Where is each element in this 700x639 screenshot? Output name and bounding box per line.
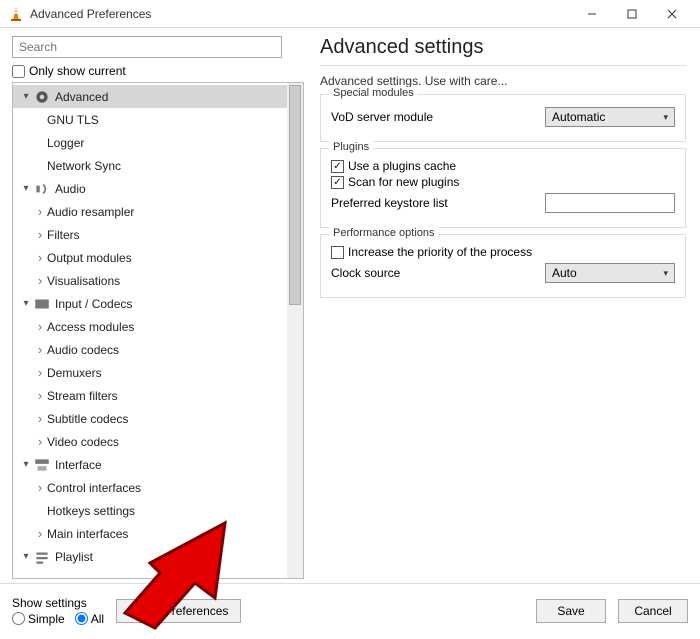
audio-icon: [33, 181, 51, 197]
group-performance: Performance options Increase the priorit…: [320, 234, 686, 298]
save-button[interactable]: Save: [536, 599, 606, 623]
tree-item[interactable]: Audio resampler: [13, 200, 287, 223]
gear-icon: [33, 89, 51, 105]
page-subtext: Advanced settings. Use with care...: [320, 74, 686, 88]
tree-item[interactable]: GNU TLS: [13, 108, 287, 131]
chevron-right-icon[interactable]: [33, 204, 47, 219]
show-settings-all-radio[interactable]: All: [75, 612, 104, 626]
keystore-label: Preferred keystore list: [331, 196, 537, 210]
minimize-button[interactable]: [572, 2, 612, 26]
chevron-down-icon[interactable]: [19, 183, 33, 194]
maximize-button[interactable]: [612, 2, 652, 26]
tree-item-interface[interactable]: Interface: [13, 453, 287, 476]
playlist-icon: [33, 549, 51, 565]
group-plugins: Plugins Use a plugins cache Scan for new…: [320, 148, 686, 228]
tree-item-audio[interactable]: Audio: [13, 177, 287, 200]
tree-item-advanced[interactable]: Advanced: [13, 85, 287, 108]
chevron-right-icon[interactable]: [33, 526, 47, 541]
page-title: Advanced settings: [320, 36, 686, 59]
show-settings-simple-radio[interactable]: Simple: [12, 612, 65, 626]
tree-item[interactable]: Audio codecs: [13, 338, 287, 361]
right-panel: Advanced settings Advanced settings. Use…: [310, 28, 700, 583]
chevron-down-icon[interactable]: [19, 551, 33, 562]
vlc-cone-icon: [8, 6, 24, 22]
chevron-right-icon[interactable]: [33, 319, 47, 334]
chevron-right-icon[interactable]: [33, 342, 47, 357]
use-plugins-cache-checkbox[interactable]: Use a plugins cache: [331, 159, 675, 173]
codecs-icon: [33, 296, 51, 312]
tree-item[interactable]: Network Sync: [13, 154, 287, 177]
tree-item[interactable]: Video codecs: [13, 430, 287, 453]
chevron-right-icon[interactable]: [33, 227, 47, 242]
tree-item-playlist[interactable]: Playlist: [13, 545, 287, 568]
tree-scrollbar[interactable]: [287, 83, 303, 578]
vod-select[interactable]: Automatic: [545, 107, 675, 127]
interface-icon: [33, 457, 51, 473]
settings-tree[interactable]: Advanced GNU TLS Logger Network Sync Aud…: [13, 83, 287, 578]
tree-item[interactable]: Filters: [13, 223, 287, 246]
search-input[interactable]: [12, 36, 282, 58]
chevron-right-icon[interactable]: [33, 365, 47, 380]
chevron-right-icon[interactable]: [33, 273, 47, 288]
footer: Show settings Simple All Reset Preferenc…: [0, 583, 700, 637]
cancel-button[interactable]: Cancel: [618, 599, 688, 623]
chevron-right-icon[interactable]: [33, 411, 47, 426]
group-special-modules: Special modules VoD server module Automa…: [320, 94, 686, 142]
clock-source-label: Clock source: [331, 266, 537, 280]
chevron-right-icon[interactable]: [33, 480, 47, 495]
tree-item[interactable]: Output modules: [13, 246, 287, 269]
tree-item[interactable]: Control interfaces: [13, 476, 287, 499]
clock-source-select[interactable]: Auto: [545, 263, 675, 283]
keystore-input[interactable]: [545, 193, 675, 213]
tree-item[interactable]: Hotkeys settings: [13, 499, 287, 522]
tree-item-input-codecs[interactable]: Input / Codecs: [13, 292, 287, 315]
vod-label: VoD server module: [331, 110, 537, 124]
scan-new-plugins-checkbox[interactable]: Scan for new plugins: [331, 175, 675, 189]
window-title: Advanced Preferences: [30, 7, 572, 21]
increase-priority-checkbox[interactable]: Increase the priority of the process: [331, 245, 675, 259]
tree-item[interactable]: Main interfaces: [13, 522, 287, 545]
chevron-right-icon[interactable]: [33, 250, 47, 265]
only-show-current-checkbox[interactable]: Only show current: [12, 64, 304, 78]
tree-item[interactable]: Logger: [13, 131, 287, 154]
chevron-down-icon[interactable]: [19, 298, 33, 309]
chevron-down-icon[interactable]: [19, 459, 33, 470]
left-panel: Only show current Advanced GNU TLS Logge…: [0, 28, 310, 583]
chevron-down-icon[interactable]: [19, 91, 33, 102]
tree-item[interactable]: Stream filters: [13, 384, 287, 407]
reset-preferences-button[interactable]: Reset Preferences: [116, 599, 241, 623]
tree-item[interactable]: Access modules: [13, 315, 287, 338]
chevron-right-icon[interactable]: [33, 434, 47, 449]
tree-item[interactable]: Demuxers: [13, 361, 287, 384]
close-button[interactable]: [652, 2, 692, 26]
titlebar: Advanced Preferences: [0, 0, 700, 28]
chevron-right-icon[interactable]: [33, 388, 47, 403]
tree-item[interactable]: Visualisations: [13, 269, 287, 292]
show-settings-label: Show settings: [12, 596, 104, 610]
tree-item[interactable]: Subtitle codecs: [13, 407, 287, 430]
